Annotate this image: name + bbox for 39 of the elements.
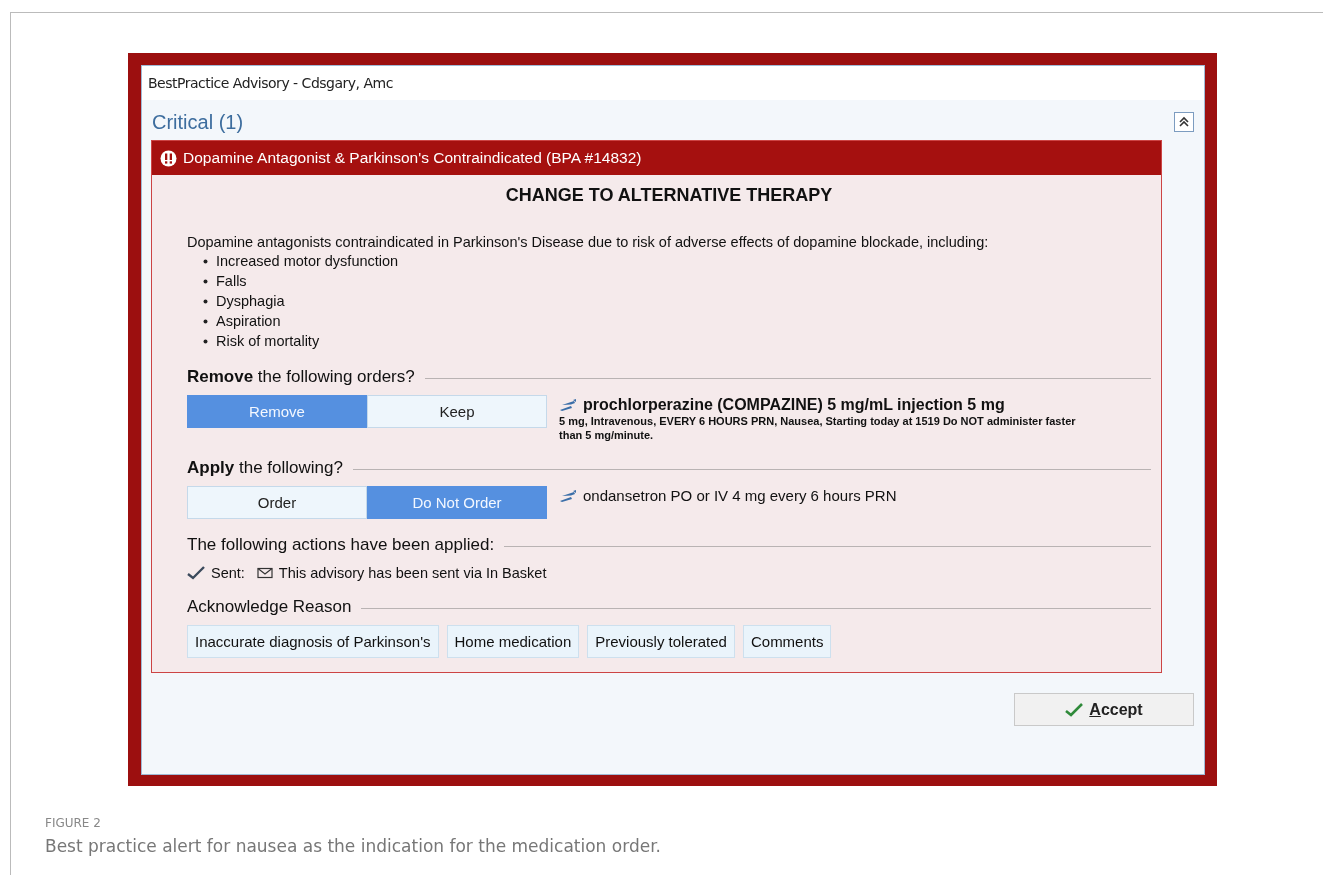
- order-name: prochlorperazine (COMPAZINE) 5 mg/mL injection 5 mg: [583, 396, 1005, 414]
- chevrons-up-icon: [1178, 116, 1190, 128]
- collapse-button[interactable]: [1174, 112, 1194, 132]
- bullet-text: Aspiration: [216, 312, 281, 331]
- envelope-icon: [256, 567, 273, 579]
- accept-button[interactable]: Accept: [1014, 693, 1194, 726]
- figure-label: FIGURE 2: [45, 816, 102, 830]
- alert-icon: [160, 149, 177, 167]
- section-heading: Acknowledge Reason: [187, 597, 352, 617]
- checkmark-icon: [187, 566, 205, 580]
- alert-heading: CHANGE TO ALTERNATIVE THERAPY: [504, 185, 834, 206]
- window-title: BestPractice Advisory - Cdsgary, Amc: [148, 75, 393, 91]
- reason-button[interactable]: Inaccurate diagnosis of Parkinson's: [187, 625, 439, 658]
- bullet-icon: [203, 339, 208, 344]
- reason-button[interactable]: Home medication: [446, 625, 580, 658]
- bullet-text: Increased motor dysfunction: [216, 252, 399, 271]
- choice-button[interactable]: Keep: [367, 395, 547, 428]
- bullet-text: Falls: [216, 272, 247, 291]
- bullet-icon: [203, 279, 208, 284]
- bullet-text: Risk of mortality: [216, 332, 320, 351]
- figure-caption: Best practice alert for nausea as the indication for the medication order.: [45, 836, 662, 856]
- action-text: This advisory has been sent via In Basket: [278, 565, 547, 581]
- bullet-text: Dysphagia: [216, 292, 285, 311]
- reason-button[interactable]: Comments: [742, 625, 832, 658]
- section-heading: The following actions have been applied:: [187, 535, 495, 555]
- checkmark-icon: [1065, 702, 1084, 717]
- section-heading: Apply the following?: [187, 458, 343, 478]
- choice-button[interactable]: Order: [187, 486, 367, 519]
- order-details: 5 mg, Intravenous, EVERY 6 HOURS PRN, Nausea, Starting today at 1519 Do NOT administer faster than 5 mg/minute.: [559, 414, 1077, 442]
- alert-message: Dopamine antagonists contraindicated in Parkinson's Disease due to risk of adverse effects of dopamine blockade, including:: [187, 234, 990, 250]
- section-title: Critical (1): [152, 110, 244, 134]
- action-label: Sent:: [211, 565, 245, 581]
- bullet-icon: [203, 259, 208, 264]
- order-name: ondansetron PO or IV 4 mg every 6 hours PRN: [583, 487, 897, 504]
- section-heading: Remove the following orders?: [187, 367, 415, 387]
- bullet-icon: [203, 299, 208, 304]
- alert-title: Dopamine Antagonist & Parkinson's Contraindicated (BPA #14832): [183, 149, 642, 167]
- reason-button[interactable]: Previously tolerated: [587, 625, 735, 658]
- bullet-icon: [203, 319, 208, 324]
